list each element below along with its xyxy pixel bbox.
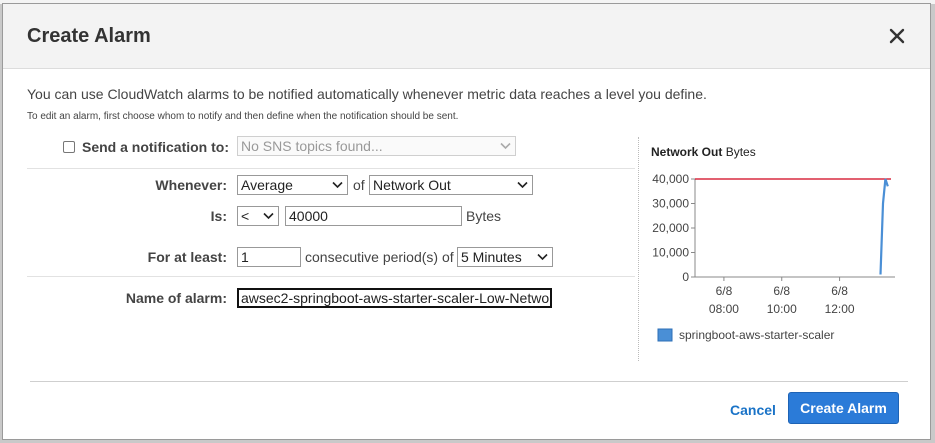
- send-notification-checkbox[interactable]: [63, 141, 75, 153]
- threshold-unit: Bytes: [466, 208, 502, 224]
- operator-select[interactable]: <: [237, 206, 279, 226]
- is-label: Is:: [210, 208, 227, 224]
- chart-title-metric: Network Out: [651, 145, 723, 159]
- chart-y-tick-label: 10,000: [652, 246, 689, 260]
- alarm-name-label: Name of alarm:: [125, 290, 227, 306]
- periods-input[interactable]: 1: [237, 247, 301, 267]
- intro-text: You can use CloudWatch alarms to be noti…: [27, 86, 707, 102]
- cancel-button[interactable]: Cancel: [730, 402, 776, 418]
- series-line: [879, 178, 889, 275]
- consecutive-periods-label: consecutive period(s) of: [305, 249, 454, 265]
- section-divider: [27, 168, 635, 169]
- section-divider: [27, 276, 635, 277]
- sns-topic-select[interactable]: No SNS topics found...: [237, 136, 516, 156]
- legend-swatch: [657, 328, 673, 342]
- metric-select-value: Network Out: [373, 177, 451, 193]
- statistic-select[interactable]: Average: [237, 175, 348, 195]
- chevron-down-icon: [500, 142, 511, 150]
- dialog-header: Create Alarm: [3, 4, 930, 69]
- network-out-chart: 40,000 30,000 20,000 10,000 0 6/8 08:00 6/8 10:…: [652, 172, 895, 342]
- statistic-select-value: Average: [241, 177, 293, 193]
- chevron-down-icon: [332, 181, 343, 189]
- alarm-name-input[interactable]: awsec2-springboot-aws-starter-scaler-Low…: [237, 288, 552, 308]
- sns-topic-select-value: No SNS topics found...: [241, 138, 383, 154]
- chart-y-tick-label: 30,000: [652, 197, 689, 211]
- create-alarm-dialog: Create Alarm You can use CloudWatch alar…: [2, 3, 931, 440]
- chart-title-unit: Bytes: [725, 145, 756, 159]
- whenever-label: Whenever:: [155, 177, 227, 193]
- chart-x-tick-time: 08:00: [709, 302, 739, 316]
- for-at-least-label: For at least:: [147, 249, 227, 265]
- chevron-down-icon: [263, 212, 274, 220]
- threshold-input[interactable]: 40000: [285, 206, 462, 226]
- period-select-value: 5 Minutes: [461, 249, 522, 265]
- period-select[interactable]: 5 Minutes: [457, 247, 553, 267]
- chart-y-tick-label: 40,000: [652, 172, 689, 186]
- close-icon[interactable]: [883, 22, 911, 50]
- chart-x-tick-date: 6/8: [773, 284, 790, 298]
- chart-x-tick-time: 10:00: [767, 302, 797, 316]
- create-alarm-button[interactable]: Create Alarm: [788, 392, 899, 424]
- chevron-down-icon: [537, 253, 548, 261]
- legend-label: springboot-aws-starter-scaler: [679, 328, 834, 342]
- chart-y-tick-label: 0: [682, 270, 689, 284]
- chevron-down-icon: [517, 181, 528, 189]
- intro-help-text: To edit an alarm, first choose whom to n…: [27, 111, 459, 122]
- operator-select-value: <: [241, 208, 250, 224]
- chart-x-tick-date: 6/8: [716, 284, 733, 298]
- send-notification-label: Send a notification to:: [82, 139, 229, 155]
- chart-title: Network Out Bytes: [651, 145, 756, 159]
- chart-x-tick-date: 6/8: [831, 284, 848, 298]
- chart-y-tick-label: 20,000: [652, 221, 689, 235]
- footer-divider: [30, 381, 908, 382]
- chart-separator: [638, 137, 639, 361]
- of-label: of: [353, 177, 365, 193]
- metric-select[interactable]: Network Out: [369, 175, 533, 195]
- dialog-title: Create Alarm: [27, 25, 151, 47]
- chart-x-tick-time: 12:00: [825, 302, 855, 316]
